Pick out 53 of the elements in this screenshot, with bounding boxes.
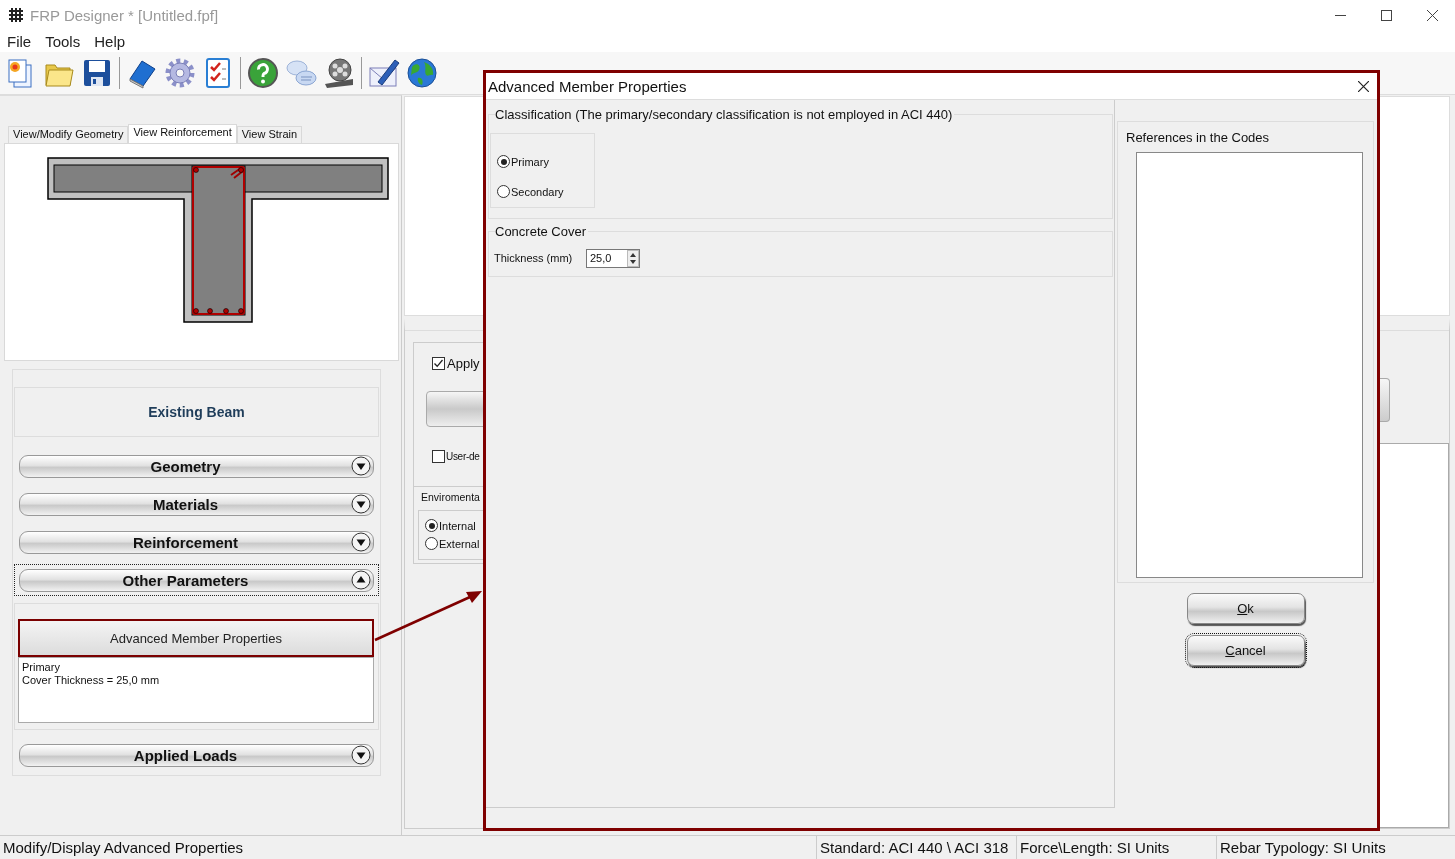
app-logo-icon [8, 7, 24, 23]
summary-line: Primary [22, 661, 61, 674]
view-tab[interactable]: View/Modify Geometry [8, 126, 129, 143]
section-header-button[interactable]: Applied Loads [19, 743, 374, 767]
help-icon[interactable] [247, 57, 279, 89]
section-header-button[interactable]: Other Parameters [19, 568, 374, 592]
radio-label: Primary [511, 155, 549, 168]
radio-button[interactable] [497, 155, 510, 168]
menu-item[interactable]: Tools [38, 32, 88, 50]
group-label: Classification (The primary/secondary classification is not employed in ACI 440) [495, 107, 955, 122]
checkbox-label: Apply [447, 356, 480, 371]
status-message: Modify/Display Advanced Properties [2, 838, 245, 858]
summary-line: Cover Thickness = 25,0 mm [22, 674, 161, 687]
spinner-arrows-icon[interactable] [627, 249, 639, 267]
dialog-button[interactable]: Cancel [1186, 635, 1305, 666]
envelope-pen-icon[interactable] [368, 57, 400, 89]
radio-button[interactable] [497, 185, 510, 198]
checkbox-label: User-de [446, 451, 480, 462]
group-label: Enviromenta [421, 491, 480, 503]
film-reel-icon[interactable] [323, 57, 355, 89]
radio-label: Secondary [511, 185, 564, 198]
close-icon[interactable] [1426, 9, 1438, 21]
menu-item[interactable]: Help [87, 32, 133, 50]
section-header-button[interactable]: Reinforcement [19, 530, 374, 554]
maximize-icon[interactable] [1380, 9, 1392, 21]
advanced-properties-button[interactable]: Advanced Member Properties [18, 619, 374, 657]
panel-title: Existing Beam [14, 387, 379, 437]
rebar-units-status: Rebar Typology: SI Units [1216, 836, 1455, 859]
globe-icon[interactable] [406, 57, 438, 89]
radio-button[interactable] [425, 519, 438, 532]
standard-status: Standard: ACI 440 \ ACI 318 [816, 836, 1016, 859]
dialog-title: Advanced Member Properties [488, 77, 688, 95]
checkbox[interactable] [432, 450, 445, 463]
settings-icon[interactable] [164, 57, 196, 89]
radio-label: Internal [439, 519, 476, 532]
radio-button[interactable] [425, 537, 438, 550]
minimize-icon[interactable] [1334, 14, 1346, 16]
section-header-button[interactable]: Materials [19, 492, 374, 516]
checkbox[interactable] [432, 357, 445, 370]
view-tab[interactable]: View Reinforcement [128, 124, 237, 143]
close-icon[interactable] [1358, 80, 1369, 92]
dialog-button[interactable]: Ok [1186, 593, 1305, 624]
section-header-button[interactable]: Geometry [19, 454, 374, 478]
group-label: References in the Codes [1126, 130, 1272, 145]
view-tab[interactable]: View Strain [236, 126, 303, 143]
group-label: Concrete Cover [495, 224, 589, 239]
menu-item[interactable]: File [0, 32, 39, 50]
save-icon[interactable] [81, 57, 113, 89]
window-title: FRP Designer * [Untitled.fpf] [30, 6, 219, 24]
radio-label: External [439, 537, 480, 550]
thickness-spin-field[interactable]: 25,0 [586, 248, 640, 268]
units-status: Force\Length: SI Units [1016, 836, 1216, 859]
field-label: Thickness (mm) [494, 252, 574, 264]
